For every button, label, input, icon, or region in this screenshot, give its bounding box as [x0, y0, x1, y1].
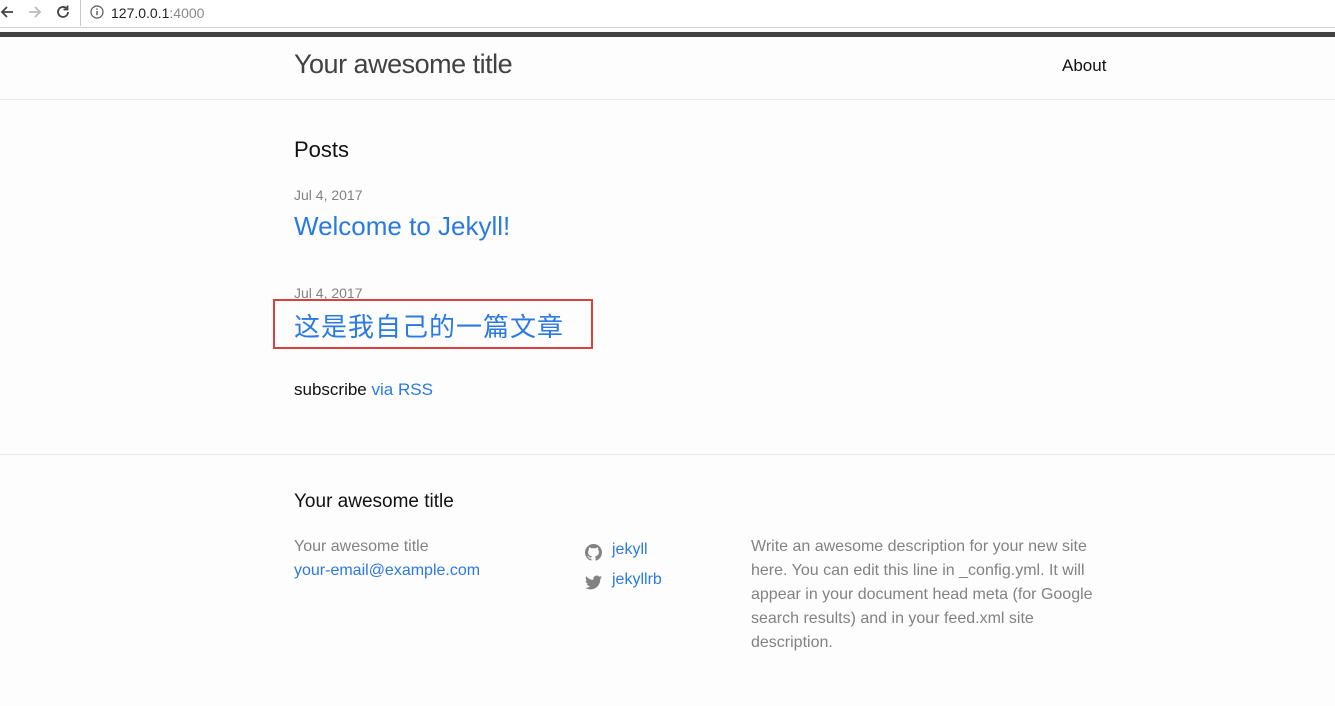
- footer-site-name: Your awesome title: [294, 538, 429, 555]
- annotation-highlight-box: [273, 299, 593, 349]
- url-text: 127.0.0.1:4000: [111, 5, 204, 21]
- footer-contact: Your awesome title your-email@example.co…: [294, 535, 480, 583]
- nav-link-about[interactable]: About: [1062, 56, 1106, 76]
- subscribe-label: subscribe: [294, 380, 367, 399]
- twitter-username-link[interactable]: jekyllrb: [612, 565, 662, 595]
- browser-toolbar: 127.0.0.1:4000: [0, 0, 1335, 28]
- address-bar[interactable]: 127.0.0.1:4000: [80, 0, 1335, 26]
- social-item-twitter[interactable]: jekyllrb: [585, 565, 662, 595]
- forward-arrow-icon[interactable]: [26, 3, 44, 21]
- info-icon[interactable]: [90, 5, 104, 24]
- post-date: Jul 4, 2017: [294, 187, 363, 203]
- reload-icon[interactable]: [54, 3, 72, 21]
- site-title-link[interactable]: Your awesome title: [294, 49, 513, 80]
- url-host: 127.0.0.1: [111, 5, 170, 21]
- footer-heading: Your awesome title: [294, 491, 454, 512]
- url-port: :4000: [169, 5, 205, 21]
- footer-social: jekyll jekyllrb: [585, 535, 662, 595]
- posts-heading: Posts: [294, 137, 350, 162]
- twitter-icon: [585, 572, 602, 589]
- github-username-link[interactable]: jekyll: [612, 535, 648, 565]
- subscribe-line: subscribe via RSS: [294, 380, 433, 400]
- footer-email-link[interactable]: your-email@example.com: [294, 562, 480, 579]
- post-link[interactable]: Welcome to Jekyll!: [294, 211, 510, 242]
- rss-link[interactable]: via RSS: [372, 380, 433, 399]
- github-icon: [585, 542, 602, 561]
- footer-description: Write an awesome description for your ne…: [751, 538, 1093, 651]
- site-footer: Your awesome title Your awesome title yo…: [0, 454, 1335, 706]
- social-item-github[interactable]: jekyll: [585, 535, 662, 565]
- back-arrow-icon[interactable]: [0, 3, 16, 21]
- site-header: Your awesome title About: [0, 37, 1335, 100]
